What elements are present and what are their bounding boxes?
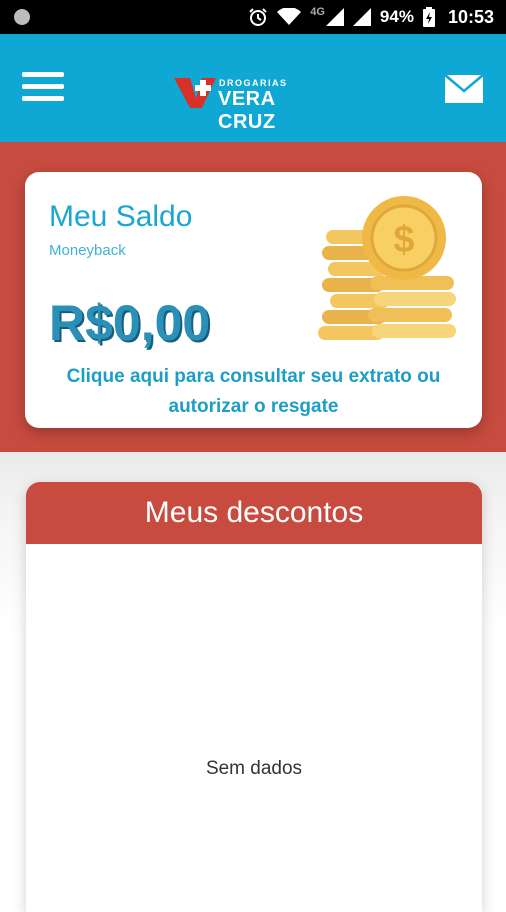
battery-icon [422,7,435,27]
app-bar: DROGARIAS VERA CRUZ [0,34,506,142]
coins-icon: $ [318,196,456,340]
clock: 10:53 [447,6,494,27]
statement-link[interactable]: Clique aqui para consultar seu extrato o… [25,362,482,422]
envelope-icon[interactable] [444,74,484,104]
statement-link-line1: Clique aqui para consultar seu extrato o… [66,366,441,387]
signal-icon [352,8,371,26]
notification-dot-icon [14,9,30,25]
statement-link-line2: autorizar o resgate [168,396,339,417]
status-bar: 4G 94% 10:53 [0,0,506,34]
balance-card[interactable]: Meu Saldo Moneyback R$0,00 $ Clique aqui… [25,172,482,428]
alarm-icon [249,8,267,26]
discounts-title: Meus descontos [26,482,482,544]
logo-subtitle: DROGARIAS [219,78,288,88]
svg-text:$: $ [393,219,414,261]
discounts-card: Meus descontos Sem dados [26,482,482,912]
balance-value: R$0,00 [49,295,211,351]
signal-icon [325,8,344,26]
empty-state-text: Sem dados [205,758,303,779]
wifi-icon [277,8,302,25]
network-type: 4G [310,6,325,18]
vera-cruz-logo-icon [174,78,216,108]
hamburger-menu-icon[interactable] [22,72,64,104]
balance-title: Meu Saldo [49,200,193,233]
logo: DROGARIAS VERA CRUZ [174,76,336,133]
balance-subtitle: Moneyback [49,242,126,259]
battery-percent: 94% [379,7,414,26]
logo-title: VERA CRUZ [218,88,276,133]
